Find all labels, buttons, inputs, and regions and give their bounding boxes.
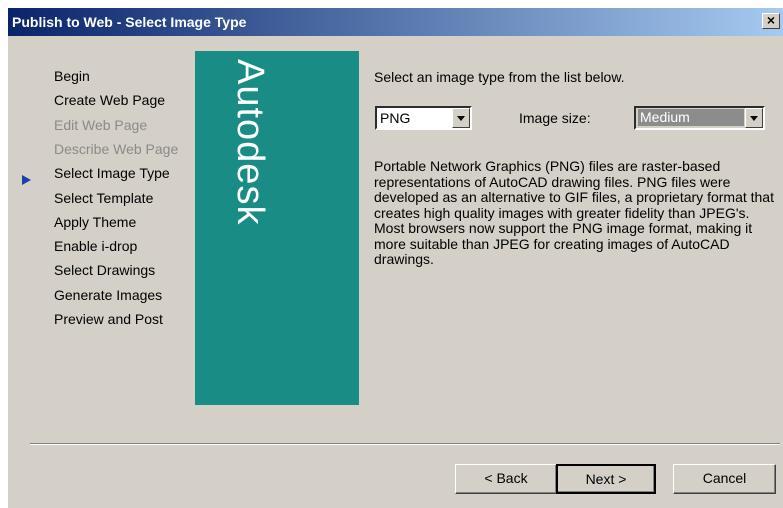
step-describe-web-page: Describe Web Page — [54, 141, 179, 157]
autodesk-logo-panel: Autodesk — [195, 51, 359, 405]
image-type-description: Portable Network Graphics (PNG) files ar… — [374, 158, 774, 267]
chevron-down-icon[interactable] — [745, 108, 763, 128]
close-button[interactable]: × — [762, 13, 780, 29]
step-select-template: Select Template — [54, 190, 154, 206]
instruction-text: Select an image type from the list below… — [374, 69, 625, 85]
window-title: Publish to Web - Select Image Type — [12, 14, 247, 30]
divider — [30, 443, 780, 445]
image-size-value: Medium — [638, 109, 744, 126]
step-create-web-page: Create Web Page — [54, 92, 166, 108]
chevron-down-icon[interactable] — [452, 108, 470, 128]
step-generate-images: Generate Images — [54, 287, 163, 303]
step-select-image-type: Select Image Type — [54, 165, 170, 181]
cancel-button[interactable]: Cancel — [673, 464, 776, 494]
step-select-drawings: Select Drawings — [54, 262, 156, 278]
autodesk-logo: Autodesk — [229, 59, 271, 226]
step-preview-and-post: Preview and Post — [54, 311, 163, 327]
step-begin: Begin — [54, 68, 90, 84]
step-enable-i-drop: Enable i-drop — [54, 238, 138, 254]
step-apply-theme: Apply Theme — [54, 214, 137, 230]
next-button[interactable]: Next > — [556, 464, 656, 494]
publish-to-web-dialog: Publish to Web - Select Image Type × Beg… — [7, 7, 783, 508]
image-type-value: PNG — [380, 110, 411, 126]
image-size-label: Image size: — [519, 110, 591, 126]
title-bar[interactable]: Publish to Web - Select Image Type × — [8, 8, 783, 36]
image-size-select[interactable]: Medium — [634, 106, 765, 130]
back-button[interactable]: < Back — [455, 464, 557, 494]
image-type-select[interactable]: PNG — [375, 106, 472, 130]
current-step-arrow-icon — [22, 175, 31, 185]
step-edit-web-page: Edit Web Page — [54, 117, 148, 133]
